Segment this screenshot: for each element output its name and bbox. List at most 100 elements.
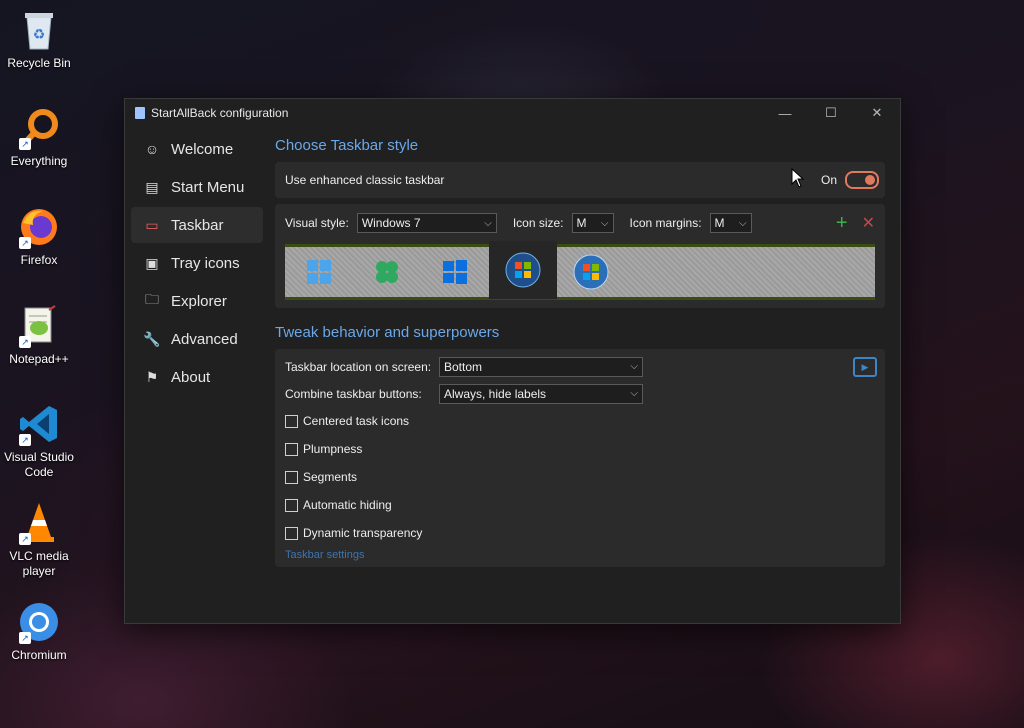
icon-margins-select[interactable]: M ⌵ xyxy=(709,213,752,233)
windows-7-orb-icon[interactable] xyxy=(489,241,557,299)
desktop-icon-chromium[interactable]: ↗ Chromium xyxy=(2,600,76,663)
taskbar-location-row: Taskbar location on screen: Bottom ⌵ xyxy=(285,353,875,380)
visual-style-row: Visual style: Windows 7 ⌵ Icon size: M ⌵… xyxy=(285,210,875,236)
desktop-icon-everything[interactable]: ↗ Everything xyxy=(2,106,76,169)
desktop-icon-firefox[interactable]: ↗ Firefox xyxy=(2,205,76,268)
green-clover-start-icon[interactable] xyxy=(353,247,421,297)
checkbox-label: Centered task icons xyxy=(303,414,410,428)
sidebar-nav: ☺ Welcome ▤ Start Menu ▭ Taskbar ▣ Tray … xyxy=(131,131,263,397)
visual-style-value: Windows 7 xyxy=(361,216,421,230)
close-button[interactable]: ✕ xyxy=(854,99,900,127)
enhanced-taskbar-label: Use enhanced classic taskbar xyxy=(285,173,445,187)
automatic-hiding-checkbox[interactable]: Automatic hiding xyxy=(285,491,875,519)
sidebar-item-tray-icons[interactable]: ▣ Tray icons xyxy=(131,245,263,281)
combine-buttons-label: Combine taskbar buttons: xyxy=(285,386,422,401)
firefox-icon: ↗ xyxy=(17,205,61,249)
wrench-icon: 🔧 xyxy=(143,330,161,347)
dynamic-transparency-checkbox[interactable]: Dynamic transparency xyxy=(285,519,875,547)
visual-style-label: Visual style: xyxy=(285,216,349,230)
minimize-button[interactable]: — xyxy=(762,99,808,127)
desktop-icon-label: Firefox xyxy=(20,253,58,267)
sidebar-item-label: Welcome xyxy=(171,140,234,158)
about-icon: ⚑ xyxy=(145,368,159,385)
checkbox-box[interactable] xyxy=(285,470,298,484)
checkbox-label: Segments xyxy=(303,470,358,484)
taskbar-location-label: Taskbar location on screen: xyxy=(285,359,432,374)
choose-taskbar-style-heading: Choose Taskbar style xyxy=(275,137,419,154)
app-icon xyxy=(135,107,145,119)
sidebar-item-welcome[interactable]: ☺ Welcome xyxy=(131,131,263,167)
folder-icon: 🗀 xyxy=(145,291,159,307)
sidebar-item-start-menu[interactable]: ▤ Start Menu xyxy=(131,169,263,205)
sidebar-item-about[interactable]: ⚑ About xyxy=(131,359,263,395)
checkbox-label: Dynamic transparency xyxy=(303,526,423,540)
title-bar[interactable]: StartAllBack configuration — ☐ ✕ xyxy=(125,99,900,127)
icon-margins-label: Icon margins: xyxy=(629,216,702,230)
icon-size-label: Icon size: xyxy=(512,216,564,230)
toggle-state-label: On xyxy=(820,173,837,187)
shortcut-arrow-icon: ↗ xyxy=(19,632,31,644)
desktop-icon-label: VLC media player xyxy=(9,549,69,578)
checkbox-box[interactable] xyxy=(285,526,298,540)
sidebar-item-taskbar[interactable]: ▭ Taskbar xyxy=(131,207,263,243)
segments-checkbox[interactable]: Segments xyxy=(285,463,875,491)
combine-buttons-row: Combine taskbar buttons: Always, hide la… xyxy=(285,380,875,407)
chevron-down-icon: ⌵ xyxy=(630,361,638,372)
tray-icon: ▣ xyxy=(145,254,159,271)
main-content: Choose Taskbar style Use enhanced classi… xyxy=(275,127,885,567)
remove-style-button[interactable]: ✕ xyxy=(862,213,875,233)
icon-size-value: M xyxy=(576,216,587,230)
sidebar-item-label: Explorer xyxy=(171,292,227,310)
combine-buttons-value: Always, hide labels xyxy=(444,386,547,401)
checkbox-label: Automatic hiding xyxy=(303,498,392,512)
taskbar-location-value: Bottom xyxy=(444,359,483,374)
windows-vista-orb-icon[interactable] xyxy=(557,247,625,297)
centered-task-icons-checkbox[interactable]: Centered task icons xyxy=(285,407,875,435)
desktop-icon-recycle-bin[interactable]: ♻ Recycle Bin xyxy=(2,8,76,71)
chevron-down-icon: ⌵ xyxy=(484,217,492,229)
window-title: StartAllBack configuration xyxy=(151,106,289,120)
desktop-icon-vlc[interactable]: ↗ VLC media player xyxy=(2,501,76,579)
mouse-cursor-icon xyxy=(791,168,805,188)
sidebar-item-label: Tray icons xyxy=(171,254,240,272)
start-menu-icon: ▤ xyxy=(145,178,159,195)
windows-10-start-icon[interactable] xyxy=(421,247,489,297)
svg-text:♻: ♻ xyxy=(33,26,46,42)
taskbar-location-select[interactable]: Bottom ⌵ xyxy=(439,356,643,377)
shortcut-arrow-icon: ↗ xyxy=(19,533,31,545)
sidebar-item-label: Start Menu xyxy=(171,178,245,196)
desktop-icon-label: Everything xyxy=(10,154,68,168)
icon-size-select[interactable]: M ⌵ xyxy=(571,213,614,233)
smiley-icon: ☺ xyxy=(144,141,160,157)
taskbar-settings-link[interactable]: Taskbar settings xyxy=(285,549,875,561)
visual-style-panel: Visual style: Windows 7 ⌵ Icon size: M ⌵… xyxy=(275,204,885,308)
vlc-cone-icon: ↗ xyxy=(17,501,61,545)
sidebar-item-advanced[interactable]: 🔧 Advanced xyxy=(131,321,263,357)
notepad-plus-plus-icon: ↗ xyxy=(17,304,61,348)
enhanced-taskbar-toggle-group[interactable]: On xyxy=(821,171,879,189)
desktop-icon-label: Visual Studio Code xyxy=(4,450,74,479)
visual-style-select[interactable]: Windows 7 ⌵ xyxy=(356,213,497,233)
recycle-bin-icon: ♻ xyxy=(17,8,61,52)
checkbox-box[interactable] xyxy=(285,414,298,428)
add-style-button[interactable]: + xyxy=(836,212,848,235)
sidebar-item-label: Advanced xyxy=(171,330,238,348)
enhanced-taskbar-toggle[interactable] xyxy=(845,171,879,189)
chevron-down-icon: ⌵ xyxy=(738,217,747,229)
checkbox-label: Plumpness xyxy=(303,442,363,456)
desktop-icon-notepad-plus-plus[interactable]: ↗ Notepad++ xyxy=(2,304,76,367)
maximize-button[interactable]: ☐ xyxy=(808,99,854,127)
checkbox-box[interactable] xyxy=(285,498,298,512)
magnifier-icon: ↗ xyxy=(17,106,61,150)
video-help-icon[interactable]: ▶ xyxy=(853,357,877,377)
taskbar-style-preview xyxy=(285,241,875,300)
checkbox-box[interactable] xyxy=(285,442,298,456)
desktop-icon-label: Recycle Bin xyxy=(7,56,71,70)
plumpness-checkbox[interactable]: Plumpness xyxy=(285,435,875,463)
combine-buttons-select[interactable]: Always, hide labels ⌵ xyxy=(439,383,643,404)
tweak-behavior-heading: Tweak behavior and superpowers xyxy=(275,324,500,341)
sidebar-item-explorer[interactable]: 🗀 Explorer xyxy=(131,283,263,319)
desktop-icon-vscode[interactable]: ↗ Visual Studio Code xyxy=(2,402,76,480)
shortcut-arrow-icon: ↗ xyxy=(19,138,31,150)
windows-11-start-icon[interactable] xyxy=(285,247,353,297)
